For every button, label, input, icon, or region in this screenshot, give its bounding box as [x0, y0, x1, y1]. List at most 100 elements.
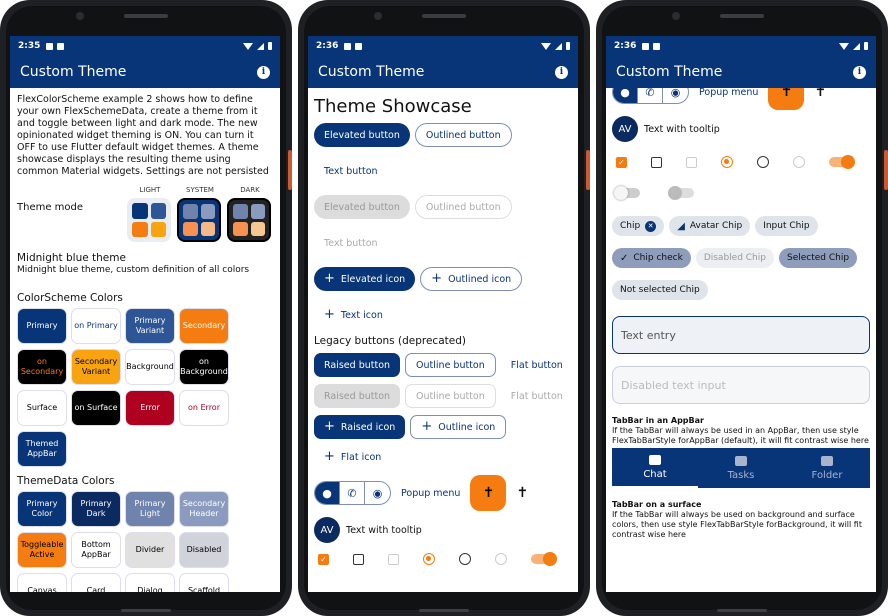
robot-icon[interactable]: ● — [613, 88, 638, 103]
checkbox-unchecked[interactable] — [651, 156, 662, 168]
info-icon[interactable]: i — [555, 65, 568, 79]
colorscheme-chip-on-error[interactable]: on Error — [179, 390, 229, 426]
raised-icon-button[interactable]: + Raised icon — [314, 415, 406, 439]
notification-icon — [642, 42, 650, 50]
radio-selected[interactable] — [423, 553, 435, 565]
accessibility-icon[interactable]: ✝ — [516, 485, 528, 501]
tooltip-text[interactable]: Text with tooltip — [644, 124, 720, 135]
themedata-chip-primary-light[interactable]: Primary Light — [125, 491, 175, 527]
raised-button[interactable]: Raised button — [314, 353, 401, 377]
showcase-content-scrolled[interactable]: ● ✆ ◉ Popup menu ✝ ✝ AV Text with toolti… — [606, 88, 876, 592]
light-mode-swatch[interactable] — [127, 198, 171, 242]
elevated-button[interactable]: Elevated button — [314, 123, 410, 147]
text-entry-field[interactable]: Text entry — [612, 316, 870, 354]
showcase-content[interactable]: Theme Showcase Elevated button Outlined … — [308, 88, 578, 592]
themedata-chip-bottom-appbar[interactable]: Bottom AppBar — [71, 532, 121, 568]
tab-chat[interactable]: Chat — [612, 448, 698, 488]
selected-chip[interactable]: Selected Chip — [778, 248, 858, 268]
colorscheme-chip-on-secondary[interactable]: on Secondary — [17, 349, 67, 385]
colorscheme-chip-background[interactable]: Background — [125, 349, 175, 385]
checkbox-checked[interactable]: ✓ — [616, 156, 627, 168]
theme-mode-label: Theme mode — [17, 202, 84, 213]
battery-icon — [566, 42, 570, 50]
signal-icon — [555, 42, 562, 50]
outline-icon-button[interactable]: + Outline icon — [410, 415, 507, 439]
switch-on[interactable] — [829, 155, 855, 169]
phone-icon[interactable]: ✆ — [340, 482, 365, 504]
home-content[interactable]: FlexColorScheme example 2 shows how to d… — [10, 88, 280, 592]
colorscheme-chip-on-primary[interactable]: on Primary — [71, 308, 121, 344]
theme-mode-dark[interactable]: DARK — [227, 184, 273, 242]
accessibility-icon[interactable]: ✝ — [814, 88, 826, 100]
colorscheme-chip-secondary[interactable]: Secondary — [179, 308, 229, 344]
outline-button[interactable]: Outline button — [405, 353, 496, 377]
robot-icon[interactable]: ● — [315, 482, 340, 504]
plus-icon: + — [324, 307, 335, 322]
text-button[interactable]: Text button — [314, 159, 388, 183]
flat-icon-label: Flat icon — [340, 451, 382, 463]
chip-label: Chip — [620, 221, 641, 231]
info-icon[interactable]: i — [257, 65, 270, 79]
not-selected-chip[interactable]: Not selected Chip — [612, 280, 708, 300]
checkbox-checked[interactable]: ✓ — [318, 553, 329, 565]
colorscheme-chip-on-background[interactable]: on Background — [179, 349, 229, 385]
theme-mode-system[interactable]: SYSTEM — [177, 184, 223, 242]
colorscheme-chip-secondary-variant[interactable]: Secondary Variant — [71, 349, 121, 385]
colorscheme-chip-surface[interactable]: Surface — [17, 390, 67, 426]
elevated-icon-button[interactable]: + Elevated icon — [314, 267, 416, 291]
colorscheme-chip-error[interactable]: Error — [125, 390, 175, 426]
phone-icon[interactable]: ✆ — [638, 88, 663, 103]
outlined-icon-button[interactable]: + Outlined icon — [420, 267, 523, 291]
tab-tasks[interactable]: Tasks — [698, 448, 784, 488]
text-icon-button[interactable]: + Text icon — [314, 303, 393, 327]
outlined-button[interactable]: Outlined button — [414, 123, 512, 147]
power-button — [288, 150, 292, 190]
themedata-chip-primary-color[interactable]: Primary Color — [17, 491, 67, 527]
themedata-chip-toggleable-active[interactable]: Toggleable Active — [17, 532, 67, 568]
scheme-description: Midnight blue theme, custom definition o… — [17, 265, 250, 275]
radio-disabled — [793, 156, 805, 168]
raised-button-disabled: Raised button — [314, 384, 401, 408]
account-icon[interactable]: ◉ — [365, 482, 390, 504]
tab-folder[interactable]: Folder — [784, 448, 870, 488]
radio-selected[interactable] — [721, 156, 733, 168]
fab-accessibility-icon[interactable]: ✝ — [470, 475, 507, 511]
dark-mode-swatch[interactable] — [227, 198, 271, 242]
wifi-icon — [243, 42, 253, 50]
radio-unselected[interactable] — [459, 553, 471, 565]
flat-button[interactable]: Flat button — [501, 353, 573, 377]
themedata-chip-scaffold[interactable]: Scaffold — [179, 573, 229, 592]
themedata-chip-canvas[interactable]: Canvas — [17, 573, 67, 592]
theme-mode-light[interactable]: LIGHT — [127, 184, 173, 242]
fab-accessibility-icon[interactable]: ✝ — [768, 88, 805, 110]
tab-bar: Chat Tasks Folder — [612, 448, 870, 488]
system-mode-swatch[interactable] — [177, 198, 221, 242]
chip[interactable]: Chip ✕ — [612, 216, 665, 236]
colorscheme-chip-themed-appbar[interactable]: Themed AppBar — [17, 431, 67, 467]
close-icon[interactable]: ✕ — [645, 220, 657, 232]
themedata-chip-primary-dark[interactable]: Primary Dark — [71, 491, 121, 527]
themedata-chip-disabled[interactable]: Disabled — [179, 532, 229, 568]
switch-off[interactable] — [614, 186, 640, 200]
popup-menu-button[interactable]: Popup menu — [699, 88, 758, 98]
info-icon[interactable]: i — [853, 65, 866, 79]
radio-unselected[interactable] — [757, 156, 769, 168]
switch-on[interactable] — [531, 552, 557, 566]
themedata-title: ThemeData Colors — [17, 475, 115, 487]
themedata-chip-dialog[interactable]: Dialog — [125, 573, 175, 592]
themedata-chip-secondary-header[interactable]: Secondary Header — [179, 491, 229, 527]
colorscheme-chip-primary-variant[interactable]: Primary Variant — [125, 308, 175, 344]
checkbox-unchecked[interactable] — [353, 553, 364, 565]
popup-menu-button[interactable]: Popup menu — [401, 488, 460, 499]
account-icon[interactable]: ◉ — [663, 88, 688, 103]
input-chip[interactable]: Input Chip — [755, 216, 818, 236]
avatar-chip[interactable]: ◢ Avatar Chip — [669, 216, 751, 236]
flat-icon-button[interactable]: + Flat icon — [314, 445, 391, 469]
themedata-chip-card[interactable]: Card — [71, 573, 121, 592]
colorscheme-chip-on-surface[interactable]: on Surface — [71, 390, 121, 426]
tooltip-text[interactable]: Text with tooltip — [346, 525, 422, 536]
themedata-chip-divider[interactable]: Divider — [125, 532, 175, 568]
sim-icon — [57, 42, 65, 50]
colorscheme-chip-primary[interactable]: Primary — [17, 308, 67, 344]
chip-check[interactable]: ✓ Chip check — [612, 248, 691, 268]
